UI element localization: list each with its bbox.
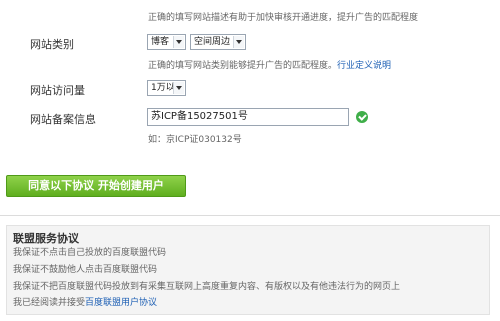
traffic-label: 网站访问量 [30, 84, 85, 97]
agree-create-user-button[interactable]: 同意以下协议 开始创建用户 [6, 175, 186, 197]
agreement-line: 我保证不点击自己投放的百度联盟代码 [13, 248, 167, 258]
agreement-line: 我保证不把百度联盟代码投放到有采集互联网上高度重复内容、有版权以及有他违法行为的… [13, 282, 401, 292]
agreement-accept-text: 我已经阅读并接受 [13, 298, 86, 308]
user-agreement-link[interactable]: 百度联盟用户协议 [85, 298, 157, 308]
category-primary-select[interactable]: 博客 [147, 34, 186, 50]
category-secondary-value: 空间周边 [194, 37, 231, 47]
category-primary-value: 博客 [151, 37, 170, 47]
description-hint: 正确的填写网站描述有助于加快审核开通进度，提升广告的匹配程度 [148, 13, 419, 23]
category-secondary-select[interactable]: 空间周边 [190, 34, 246, 50]
agreement-line: 我保证不鼓励他人点击百度联盟代码 [13, 265, 158, 275]
icp-example-hint: 如：京ICP证030132号 [148, 135, 242, 145]
icp-input[interactable]: 苏ICP备15027501号 [147, 108, 349, 126]
check-icon [356, 111, 368, 123]
service-agreement-box: 联盟服务协议 我保证不点击自己投放的百度联盟代码 我保证不鼓励他人点击百度联盟代… [6, 225, 490, 315]
category-hint: 正确的填写网站类别能够提升广告的匹配程度。行业定义说明 [148, 58, 391, 71]
icp-label: 网站备案信息 [30, 113, 96, 126]
agreement-title: 联盟服务协议 [13, 232, 79, 245]
chevron-down-icon [173, 82, 184, 94]
category-hint-text: 正确的填写网站类别能够提升广告的匹配程度。 [148, 61, 338, 71]
divider [0, 215, 500, 216]
traffic-select[interactable]: 1万以下 [147, 80, 186, 96]
agreement-accept-line: 我已经阅读并接受百度联盟用户协议 [13, 295, 157, 308]
chevron-down-icon [233, 36, 244, 48]
category-label: 网站类别 [30, 38, 74, 51]
chevron-down-icon [173, 36, 184, 48]
category-definition-link[interactable]: 行业定义说明 [337, 61, 391, 71]
